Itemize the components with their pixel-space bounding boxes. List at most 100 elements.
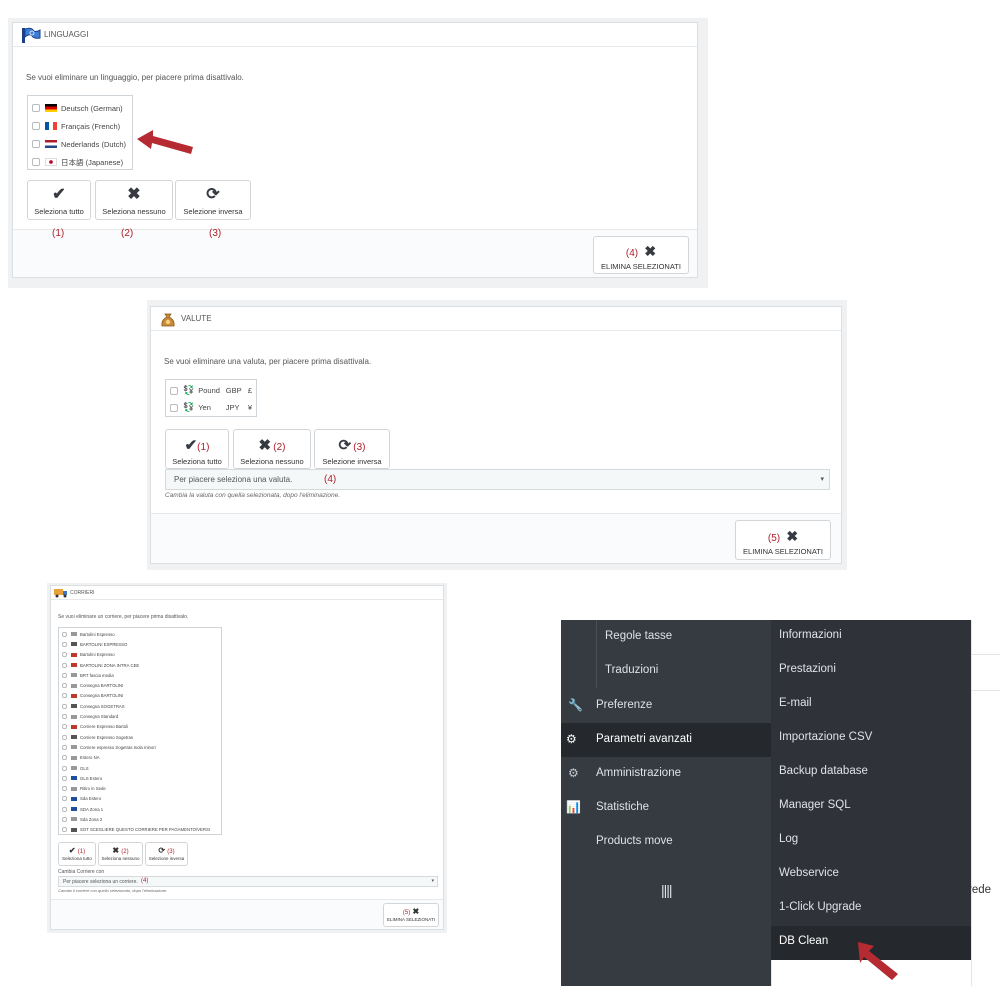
checkbox[interactable]: [62, 796, 67, 802]
submenu-item[interactable]: DB Clean: [779, 935, 828, 947]
cross-icon: ✖: [644, 243, 657, 259]
language-item[interactable]: 日本語 (Japanese): [32, 153, 128, 171]
collapse-bars-icon[interactable]: ||||: [661, 882, 673, 898]
carrier-select[interactable]: Per piacere seleziona un corriere. (4) ▾: [58, 876, 438, 887]
submenu-item[interactable]: 1-Click Upgrade: [779, 901, 861, 913]
menu-item-parametri-avanzati[interactable]: Parametri avanzati: [596, 733, 692, 745]
submenu-item[interactable]: Webservice: [779, 867, 839, 879]
carrier-item[interactable]: GLS Estero: [62, 773, 218, 783]
checkbox[interactable]: [32, 122, 40, 130]
checkbox[interactable]: [62, 827, 67, 833]
checkbox[interactable]: [62, 806, 67, 812]
checkbox[interactable]: [62, 631, 67, 637]
carrier-item[interactable]: SOT SCEGLIERE QUESTO CORRIERE PER PAGAME…: [62, 825, 218, 834]
checkbox[interactable]: [62, 765, 67, 771]
carrier-item[interactable]: Consegna BARTOLINI: [62, 680, 218, 690]
carrier-label: Estero NA: [80, 755, 100, 761]
carrier-label: Consegna BARTOLINI: [80, 693, 124, 699]
carrier-item[interactable]: Corriere Espresso Bartoli: [62, 722, 218, 732]
carrier-item[interactable]: Ritiro in Sede: [62, 783, 218, 793]
carrier-item[interactable]: Consegna Standard: [62, 711, 218, 721]
submenu-item[interactable]: E-mail: [779, 697, 812, 709]
select-all-button[interactable]: ✔(1) Seleziona tutto: [165, 429, 229, 469]
currency-select[interactable]: Per piacere seleziona una valuta. (4) ▾: [165, 469, 830, 490]
checkbox[interactable]: [32, 140, 40, 148]
select-all-button[interactable]: ✔ (1) Seleziona tutto: [58, 842, 96, 866]
checkbox[interactable]: [62, 662, 67, 668]
checkbox[interactable]: [62, 734, 67, 740]
select-none-button[interactable]: ✖ (2) Seleziona nessuno: [233, 429, 311, 469]
submenu-item[interactable]: Informazioni: [779, 629, 842, 641]
arrow-pointer-icon: [137, 130, 193, 154]
divider: [972, 654, 1000, 655]
carrier-item[interactable]: BARTOLINI ESPRESSO: [62, 639, 218, 649]
menu-item-amministrazione[interactable]: Amministrazione: [596, 767, 681, 779]
currency-symbol: £: [247, 386, 252, 395]
checkbox[interactable]: [62, 755, 67, 761]
checkbox[interactable]: [62, 724, 67, 730]
submenu-item[interactable]: Importazione CSV: [779, 731, 872, 743]
delete-selected-button[interactable]: (4) ✖ ELIMINA SELEZIONATI: [593, 236, 689, 274]
carrier-item[interactable]: GLS: [62, 763, 218, 773]
checkbox[interactable]: [62, 775, 67, 781]
currency-code: JPY: [225, 403, 240, 412]
checkbox[interactable]: [62, 703, 67, 709]
carrier-item[interactable]: Estero NA: [62, 753, 218, 763]
carrier-item[interactable]: Consegna BARTOLINI: [62, 691, 218, 701]
checkbox[interactable]: [32, 104, 40, 112]
refresh-icon: ⟳: [158, 846, 166, 855]
carrier-item[interactable]: Sda Estero: [62, 794, 218, 804]
menu-item-products-move[interactable]: Products move: [596, 835, 673, 847]
checkbox[interactable]: [62, 672, 67, 678]
checkbox[interactable]: [62, 683, 67, 689]
delete-selected-button[interactable]: (5) ✖ ELIMINA SELEZIONATI: [383, 903, 439, 927]
select-all-button[interactable]: ✔ Seleziona tutto: [27, 180, 91, 220]
checkbox[interactable]: [62, 652, 67, 658]
carrier-item[interactable]: BRT fascia media: [62, 670, 218, 680]
carrier-item[interactable]: Consegna SOGETRAS: [62, 701, 218, 711]
menu-item-traduzioni[interactable]: Traduzioni: [605, 664, 658, 676]
currency-item[interactable]: 💱 Yen JPY ¥: [170, 399, 252, 416]
delete-selected-button[interactable]: (5) ✖ ELIMINA SELEZIONATI: [735, 520, 831, 560]
france-flag-icon: [45, 122, 57, 130]
menu-item-preferenze[interactable]: Preferenze: [596, 699, 652, 711]
language-item[interactable]: Nederlands (Dutch): [32, 135, 128, 153]
checkbox[interactable]: [62, 693, 67, 699]
submenu-item[interactable]: Prestazioni: [779, 663, 836, 675]
currency-item[interactable]: 💱 Pound GBP £: [170, 382, 252, 399]
panel-footer: (1) (2) (3) (4) ✖ ELIMINA SELEZIONATI: [13, 228, 697, 277]
checkbox[interactable]: [62, 816, 67, 822]
select-none-button[interactable]: ✖ Seleziona nessuno: [95, 180, 173, 220]
carrier-item[interactable]: Corriere Espresso Sogetras: [62, 732, 218, 742]
submenu-item[interactable]: Log: [779, 833, 798, 845]
carrier-item[interactable]: Bartolini Espresso: [62, 629, 218, 639]
carrier-list[interactable]: Bartolini Espresso BARTOLINI ESPRESSO Bart…: [58, 627, 222, 835]
bar-chart-icon: 📊: [566, 800, 581, 814]
invert-selection-button[interactable]: ⟳ (3) Selezione inversa: [314, 429, 390, 469]
checkbox[interactable]: [32, 158, 40, 166]
germany-flag-icon: [45, 104, 57, 112]
carrier-item[interactable]: Corriere espresso Sogetras Isola minori: [62, 742, 218, 752]
checkbox[interactable]: [62, 744, 67, 750]
submenu-item[interactable]: Manager SQL: [779, 799, 851, 811]
checkbox[interactable]: [170, 386, 178, 395]
checkbox[interactable]: [62, 786, 67, 792]
carrier-item[interactable]: Sda Zona 2: [62, 814, 218, 824]
select-none-button[interactable]: ✖ (2) Seleziona nessuno: [98, 842, 143, 866]
panel-title: LINGUAGGI: [44, 30, 89, 39]
carrier-item[interactable]: Bartolini Espresso: [62, 650, 218, 660]
language-item[interactable]: Français (French): [32, 117, 128, 135]
menu-item-regole-tasse[interactable]: Regole tasse: [605, 630, 672, 642]
checkbox[interactable]: [170, 403, 178, 412]
carrier-item[interactable]: SDA Zona 1: [62, 804, 218, 814]
checkbox[interactable]: [62, 714, 67, 720]
invert-selection-button[interactable]: ⟳ Selezione inversa: [175, 180, 251, 220]
submenu-item[interactable]: Backup database: [779, 765, 868, 777]
currency-code: GBP: [225, 386, 242, 395]
menu-item-statistiche[interactable]: Statistiche: [596, 801, 649, 813]
invert-selection-button[interactable]: ⟳ (3) Selezione inversa: [145, 842, 188, 866]
divider: [972, 690, 1000, 691]
language-item[interactable]: Deutsch (German): [32, 99, 128, 117]
checkbox[interactable]: [62, 641, 67, 647]
carrier-item[interactable]: BARTOLINI ZONA INTRA CEE: [62, 660, 218, 670]
